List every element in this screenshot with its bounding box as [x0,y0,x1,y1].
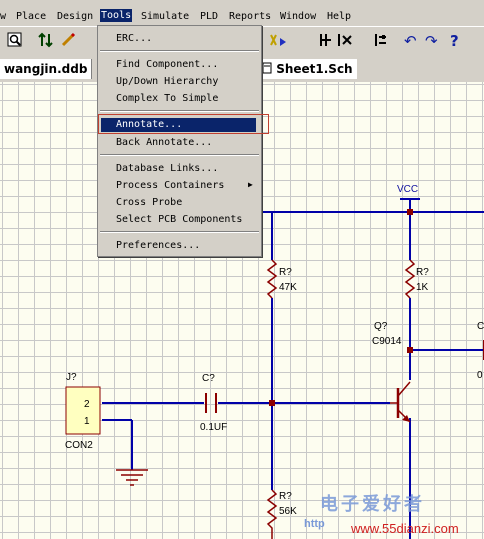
sheet-icon [262,62,272,74]
ground-symbol[interactable] [116,469,148,486]
pin1-label: 1 [84,416,90,427]
menu-window[interactable]: Window [280,11,316,22]
menu-item-preferences[interactable]: Preferences... [116,240,200,251]
menu-separator [100,231,259,233]
r1-value: 47K [279,282,297,293]
menu-item-find-component[interactable]: Find Component... [116,59,218,70]
zoom-fit-icon[interactable] [7,32,23,52]
r1-ref: R? [279,267,292,278]
menu-separator [100,110,259,112]
connector-j[interactable]: 2 1 J? CON2 [65,372,101,451]
tab-sheet[interactable]: Sheet1.Sch [258,59,357,79]
menu-item-select-pcb-components[interactable]: Select PCB Components [116,214,242,225]
r2-ref: R? [416,267,429,278]
undo-icon[interactable]: ↶ [404,32,417,50]
c1-ref: C? [202,373,215,384]
menu-item-cross-probe[interactable]: Cross Probe [116,197,182,208]
c2-ref: C [477,321,484,332]
menu-item-up-down-hierarchy[interactable]: Up/Down Hierarchy [116,76,218,87]
tools-dropdown-menu: ERC... Find Component... Up/Down Hierarc… [97,25,269,257]
menu-help[interactable]: Help [327,11,351,22]
junctions [269,209,413,406]
q-value: C9014 [372,336,402,347]
resistor-r1[interactable]: R? 47K [266,259,297,299]
pencil-icon[interactable] [60,32,76,52]
watermark-http: http [304,518,325,530]
align-icon[interactable] [373,32,389,52]
j-value: CON2 [65,440,93,451]
menu-separator [100,50,259,52]
menu-pld[interactable]: PLD [200,11,218,22]
component-icon[interactable] [318,32,334,52]
tab-sheet-label: Sheet1.Sch [276,62,353,76]
r2-value: 1K [416,282,429,293]
menu-item-database-links[interactable]: Database Links... [116,163,218,174]
redo-icon[interactable]: ↷ [425,32,438,50]
q-ref: Q? [374,321,388,332]
library-icon[interactable] [337,32,353,52]
menu-bar: w Place Design Tools Simulate PLD Report… [0,0,484,26]
c1-value: 0.1UF [200,422,227,433]
annotate-callout-frame [98,114,269,134]
menu-item-process-containers[interactable]: Process Containers [116,180,224,191]
watermark-chinese: 电子爱好者 [320,494,425,515]
resistor-r2[interactable]: R? 1K [404,259,429,299]
resistor-r3[interactable]: R? 56K [266,489,297,539]
hierarchy-icon[interactable] [38,32,56,52]
menu-item-back-annotate[interactable]: Back Annotate... [116,137,212,148]
c2-value: 0 [477,370,483,381]
tab-database[interactable]: wangjin.ddb [0,59,93,79]
menu-reports[interactable]: Reports [229,11,271,22]
pin2-label: 2 [84,399,90,410]
help-icon[interactable]: ? [450,32,459,50]
junction-dot [407,209,413,215]
menu-window-partial[interactable]: w [0,11,6,22]
junction-dot [269,400,275,406]
menu-separator [100,154,259,156]
vcc-symbol[interactable]: VCC [397,184,420,200]
j-ref: J? [66,372,77,383]
menu-design[interactable]: Design [57,11,93,22]
probe-icon[interactable] [268,32,290,52]
watermark-url: www.55dianzi.com [351,521,459,536]
transistor-q[interactable]: Q? C9014 [372,321,411,423]
menu-simulate[interactable]: Simulate [141,11,189,22]
menu-item-erc[interactable]: ERC... [116,33,152,44]
r3-ref: R? [279,491,292,502]
menu-tools[interactable]: Tools [100,9,133,22]
menu-place[interactable]: Place [16,11,46,22]
submenu-arrow-icon: ▶ [248,180,253,189]
menu-item-complex-to-simple[interactable]: Complex To Simple [116,93,218,104]
r3-value: 56K [279,506,297,517]
vcc-label: VCC [397,184,418,195]
junction-dot [407,347,413,353]
